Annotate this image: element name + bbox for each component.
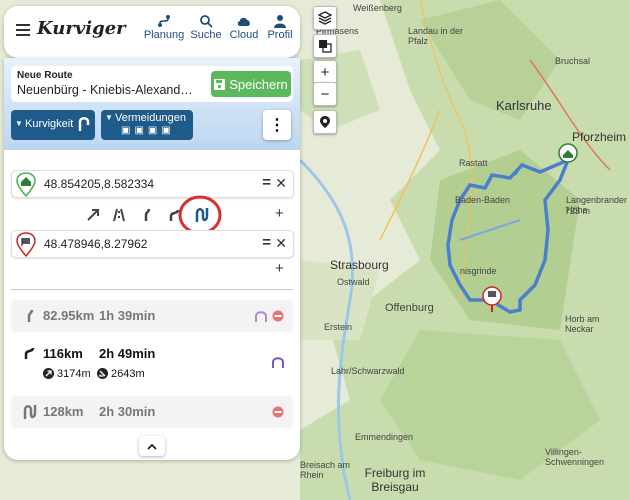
caret-down-icon: ▼ bbox=[15, 119, 23, 128]
waypoint-end-coord: 48.478946,8.27962 bbox=[44, 237, 148, 251]
map-label-offenburg: Offenburg bbox=[385, 302, 434, 314]
nav-profil-label: Profil bbox=[267, 29, 293, 41]
map-label-weissenberg: Weißenberg bbox=[353, 3, 402, 13]
waypoint-start-coord: 48.854205,8.582334 bbox=[44, 177, 155, 191]
hamburger-menu-icon[interactable] bbox=[16, 24, 30, 36]
alt-distance: 128km bbox=[43, 404, 84, 419]
finish-flag-icon bbox=[16, 232, 36, 257]
home-marker[interactable] bbox=[558, 143, 578, 163]
map-label-langenbrander-height: 723 m bbox=[565, 206, 591, 216]
route-alternative[interactable]: 82.95km 1h 39min bbox=[11, 300, 293, 332]
map-label-pforzheim: Pforzheim bbox=[572, 130, 627, 144]
map-label-erstein: Erstein bbox=[324, 322, 353, 332]
extra-curvy-road-icon bbox=[23, 405, 37, 419]
map-label-rastatt: Rastatt bbox=[459, 158, 488, 168]
curv-option-highway[interactable] bbox=[108, 205, 130, 225]
map-label-landau: Landau in der Pfalz bbox=[408, 26, 464, 46]
highway-icon bbox=[113, 208, 125, 222]
nav-planung-label: Planung bbox=[143, 29, 185, 41]
tunnel-icon bbox=[272, 357, 284, 368]
waypoint-end[interactable]: 48.478946,8.27962 = ✕ bbox=[11, 230, 294, 258]
map-label-ostwald: Ostwald bbox=[337, 277, 370, 287]
route-header: Neue Route Neuenbürg - Kniebis-Alexander… bbox=[4, 58, 300, 150]
floppy-disk-icon bbox=[214, 78, 226, 90]
route-label: Neue Route bbox=[17, 70, 73, 81]
curv-option-fast[interactable] bbox=[82, 205, 104, 225]
save-label: Speichern bbox=[229, 76, 288, 92]
map-label-bruchsal: Bruchsal bbox=[555, 56, 591, 66]
curvy-road-icon bbox=[78, 117, 90, 131]
overlay-icon bbox=[319, 40, 332, 53]
alt-descent: 2643m bbox=[111, 368, 145, 380]
fast-route-icon bbox=[87, 209, 99, 221]
layers-icon bbox=[318, 11, 332, 25]
location-pin-icon bbox=[320, 116, 330, 128]
caret-down-icon: ▼ bbox=[105, 113, 113, 122]
curviness-label: Kurvigkeit bbox=[25, 118, 74, 130]
layers-button[interactable] bbox=[313, 6, 337, 30]
avoid-icons: ▣▣▣▣ bbox=[121, 125, 175, 136]
drag-handle-icon[interactable]: = bbox=[262, 234, 271, 251]
avoidances-label: Vermeidungen bbox=[115, 112, 186, 124]
alt-distance: 82.95km bbox=[43, 308, 95, 323]
remove-waypoint-icon[interactable]: ✕ bbox=[275, 175, 287, 192]
slight-curve-icon bbox=[144, 208, 151, 221]
app-logo: Kurviger bbox=[37, 18, 126, 39]
tunnel-icon bbox=[255, 311, 267, 322]
descent-icon bbox=[97, 368, 108, 379]
locate-button[interactable] bbox=[313, 110, 337, 134]
map-label-baden-baden: Baden-Baden bbox=[455, 195, 511, 205]
map-label-lahr: Lahr/Schwarzwald bbox=[331, 366, 405, 376]
route-alternative[interactable]: 128km 2h 30min bbox=[11, 396, 293, 428]
add-waypoint-button[interactable]: + bbox=[275, 260, 284, 277]
curve-icon bbox=[24, 347, 35, 359]
slight-curve-icon bbox=[27, 309, 34, 322]
overlay-button[interactable] bbox=[313, 34, 337, 58]
zoom-out-button[interactable]: − bbox=[313, 82, 337, 106]
ascent-icon bbox=[43, 368, 54, 379]
waypoint-start[interactable]: 48.854205,8.582334 = ✕ bbox=[11, 170, 294, 198]
route-panel: Neue Route Neuenbürg - Kniebis-Alexander… bbox=[4, 58, 300, 460]
save-button[interactable]: Speichern bbox=[211, 71, 291, 97]
map-label-emmendingen: Emmendingen bbox=[355, 432, 414, 442]
remove-waypoint-icon[interactable]: ✕ bbox=[275, 235, 287, 252]
add-waypoint-button[interactable]: + bbox=[275, 205, 284, 222]
chevron-up-icon bbox=[147, 443, 157, 450]
curviness-button[interactable]: ▼ Kurvigkeit bbox=[11, 110, 95, 140]
alt-duration: 2h 30min bbox=[99, 404, 156, 419]
map-label-breisach: Breisach am Rhein bbox=[300, 460, 351, 480]
nav-profil[interactable]: Profil bbox=[258, 12, 302, 41]
drag-handle-icon[interactable]: = bbox=[262, 174, 271, 191]
map-label-horb: Horb am Neckar bbox=[565, 314, 600, 334]
collapse-panel-button[interactable] bbox=[139, 436, 165, 456]
avoidances-button[interactable]: ▼ Vermeidungen ▣▣▣▣ bbox=[101, 110, 193, 140]
curv-option-slightly-curvy[interactable] bbox=[136, 205, 158, 225]
home-icon bbox=[16, 172, 36, 197]
route-card: Neue Route Neuenbürg - Kniebis-Alexander… bbox=[11, 66, 293, 102]
divider bbox=[11, 289, 293, 290]
nav-cloud-label: Cloud bbox=[229, 29, 259, 41]
cloud-icon bbox=[237, 17, 250, 26]
alt-duration: 2h 49min bbox=[99, 346, 156, 361]
search-icon bbox=[200, 15, 213, 28]
map-label-strasbourg: Strasbourg bbox=[330, 258, 389, 272]
map-label-villingen: Villingen-Schwenningen bbox=[545, 447, 605, 467]
nav-suche-label: Suche bbox=[190, 29, 222, 41]
top-bar: Kurviger Planung Suche Cloud Profil bbox=[4, 6, 300, 58]
more-options-button[interactable]: ⋮ bbox=[263, 110, 291, 140]
map-label-freiburg: Freiburg im Breisgau bbox=[364, 466, 426, 494]
no-entry-icon bbox=[272, 310, 284, 322]
alt-distance: 116km bbox=[43, 346, 83, 361]
route-name[interactable]: Neuenbürg - Kniebis-Alexander... bbox=[17, 83, 199, 97]
profile-icon bbox=[274, 15, 286, 28]
route-alternative-selected[interactable]: 116km 2h 49min 3174m 2643m bbox=[11, 338, 293, 386]
map-label-karlsruhe: Karlsruhe bbox=[496, 98, 552, 113]
alt-ascent: 3174m bbox=[57, 368, 91, 380]
alt-duration: 1h 39min bbox=[99, 308, 156, 323]
no-entry-icon bbox=[272, 406, 284, 418]
route-planning-icon bbox=[158, 15, 170, 27]
zoom-in-button[interactable]: + bbox=[313, 60, 337, 84]
map-label-hornisgrinde: nisgrinde bbox=[460, 266, 497, 276]
nav-planung[interactable]: Planung bbox=[142, 12, 186, 41]
